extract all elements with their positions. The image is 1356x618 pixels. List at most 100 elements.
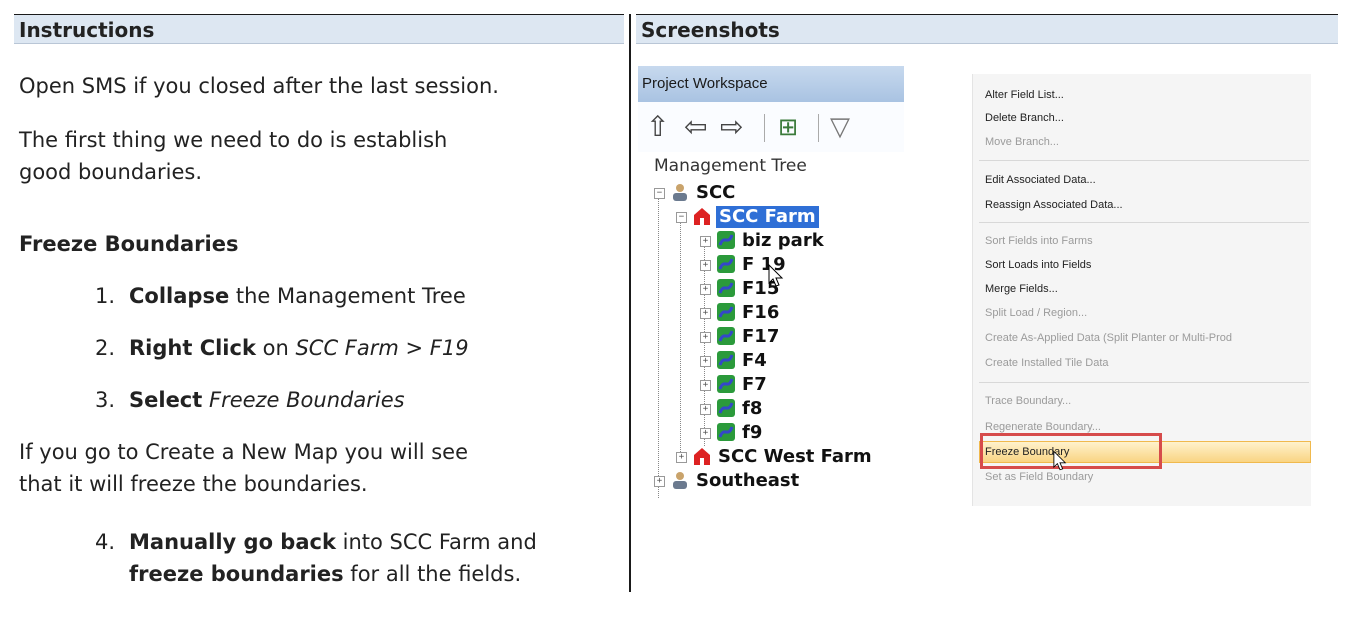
tree-node-field[interactable]: + f8 [638,398,904,420]
step-number: 2. [95,336,116,360]
step-action: Manually go back [129,530,336,554]
map-note-line1: If you go to Create a New Map you will s… [19,440,468,464]
field-icon [717,231,735,249]
mouse-cursor-icon [768,264,784,287]
step-action: Right Click [129,336,256,360]
expand-icon[interactable]: + [700,356,711,367]
tree-node-field[interactable]: + F16 [638,302,904,324]
step-target: SCC Farm > F19 [295,336,469,360]
field-icon [717,375,735,393]
step-text: on [255,336,296,360]
collapse-icon[interactable]: − [654,188,665,199]
menu-item[interactable]: Move Branch... [985,131,1309,153]
menu-item[interactable]: Trace Boundary... [985,390,1309,412]
tree-node-southeast[interactable]: + Southeast [638,470,904,492]
step-text [202,388,209,412]
menu-item[interactable]: Create Installed Tile Data [985,352,1309,374]
expand-icon[interactable]: + [700,428,711,439]
expand-icon[interactable]: + [700,404,711,415]
tree-node-scc[interactable]: − SCC [638,182,904,204]
menu-item[interactable]: Sort Loads into Fields [985,254,1309,276]
workspace-title: Project Workspace [638,66,904,102]
step-number: 1. [95,284,116,308]
expand-icon[interactable]: + [700,284,711,295]
map-note-line2: that it will freeze the boundaries. [19,472,368,496]
instructions-header: Instructions [14,14,624,44]
tree-node-field[interactable]: + F17 [638,326,904,348]
boundaries-text-line2: good boundaries. [19,160,203,184]
menu-item[interactable]: Create As-Applied Data (Split Planter or… [985,327,1309,349]
user-icon [673,184,687,201]
menu-separator [979,160,1309,161]
expand-icon[interactable]: + [700,380,711,391]
tree-node-label: SCC West Farm [718,446,872,467]
step-action: freeze boundaries [129,562,344,586]
field-icon [717,327,735,345]
tree-node-field[interactable]: + f9 [638,422,904,444]
farm-barn-icon [694,208,710,225]
field-icon [717,279,735,297]
expand-icon[interactable]: + [676,452,687,463]
forward-arrow-icon[interactable]: ⇨ [720,110,743,144]
menu-item[interactable]: Sort Fields into Farms [985,230,1309,252]
expand-icon[interactable]: + [700,236,711,247]
step-action: Collapse [129,284,230,308]
menu-item[interactable]: Alter Field List... [985,84,1309,106]
step-4: 4. Manually go back into SCC Farm and [95,527,537,557]
step-2: 2. Right Click on SCC Farm > F19 [95,333,469,363]
callout-highlight-box [980,433,1162,469]
column-divider [629,14,631,592]
menu-separator [979,222,1309,223]
project-workspace-screenshot: Project Workspace ⇧ ⇦ ⇨ ⊞ ▽ Management T… [638,66,904,510]
step-3: 3. Select Freeze Boundaries [95,385,405,415]
menu-item[interactable]: Edit Associated Data... [985,169,1309,191]
tree-node-label: F4 [742,350,767,371]
management-tree: Management Tree − SCC − SCC Farm + biz p… [638,152,904,510]
step-text: for all the fields. [343,562,522,586]
back-arrow-icon[interactable]: ⇦ [684,110,707,144]
field-icon [717,351,735,369]
tree-node-label: SCC Farm [716,206,819,228]
tree-node-field[interactable]: + biz park [638,230,904,252]
tree-node-label: F17 [742,326,780,347]
expand-icon[interactable]: + [700,308,711,319]
field-icon [717,423,735,441]
workspace-toolbar: ⇧ ⇦ ⇨ ⊞ ▽ [638,102,904,152]
mouse-cursor-icon [1053,450,1067,471]
tree-node-label: SCC [696,182,736,203]
tree-node-label: F7 [742,374,767,395]
context-menu-screenshot: Alter Field List... Delete Branch... Mov… [972,74,1311,506]
tree-node-field[interactable]: + F7 [638,374,904,396]
field-icon [717,255,735,273]
section-heading: Freeze Boundaries [19,232,239,256]
field-icon [717,303,735,321]
user-icon [673,472,687,489]
tree-node-label: f9 [742,422,763,443]
tree-node-field[interactable]: + F4 [638,350,904,372]
tree-node-label: biz park [742,230,824,251]
expand-icon[interactable]: + [654,476,665,487]
menu-separator [979,382,1309,383]
step-number: 4. [95,530,116,554]
menu-item[interactable]: Delete Branch... [985,107,1309,129]
field-icon [717,399,735,417]
menu-item[interactable]: Merge Fields... [985,278,1309,300]
tree-node-scc-farm[interactable]: − SCC Farm [638,206,904,228]
screenshots-header: Screenshots [636,14,1338,44]
filter-icon[interactable]: ▽ [830,110,850,144]
menu-item[interactable]: Split Load / Region... [985,302,1309,324]
tree-node-scc-west-farm[interactable]: + SCC West Farm [638,446,904,468]
step-action: Select [129,388,203,412]
up-arrow-icon[interactable]: ⇧ [646,110,669,144]
menu-item[interactable]: Reassign Associated Data... [985,194,1309,216]
collapse-icon[interactable]: − [676,212,687,223]
tree-node-label: f8 [742,398,763,419]
step-target: Freeze Boundaries [208,388,405,412]
expand-icon[interactable]: + [700,260,711,271]
menu-item[interactable]: Set as Field Boundary [985,466,1309,488]
tree-label: Management Tree [654,156,807,176]
tree-view-icon[interactable]: ⊞ [778,110,798,144]
step-4-continued: freeze boundaries for all the fields. [129,559,521,589]
toolbar-separator [818,114,819,142]
expand-icon[interactable]: + [700,332,711,343]
